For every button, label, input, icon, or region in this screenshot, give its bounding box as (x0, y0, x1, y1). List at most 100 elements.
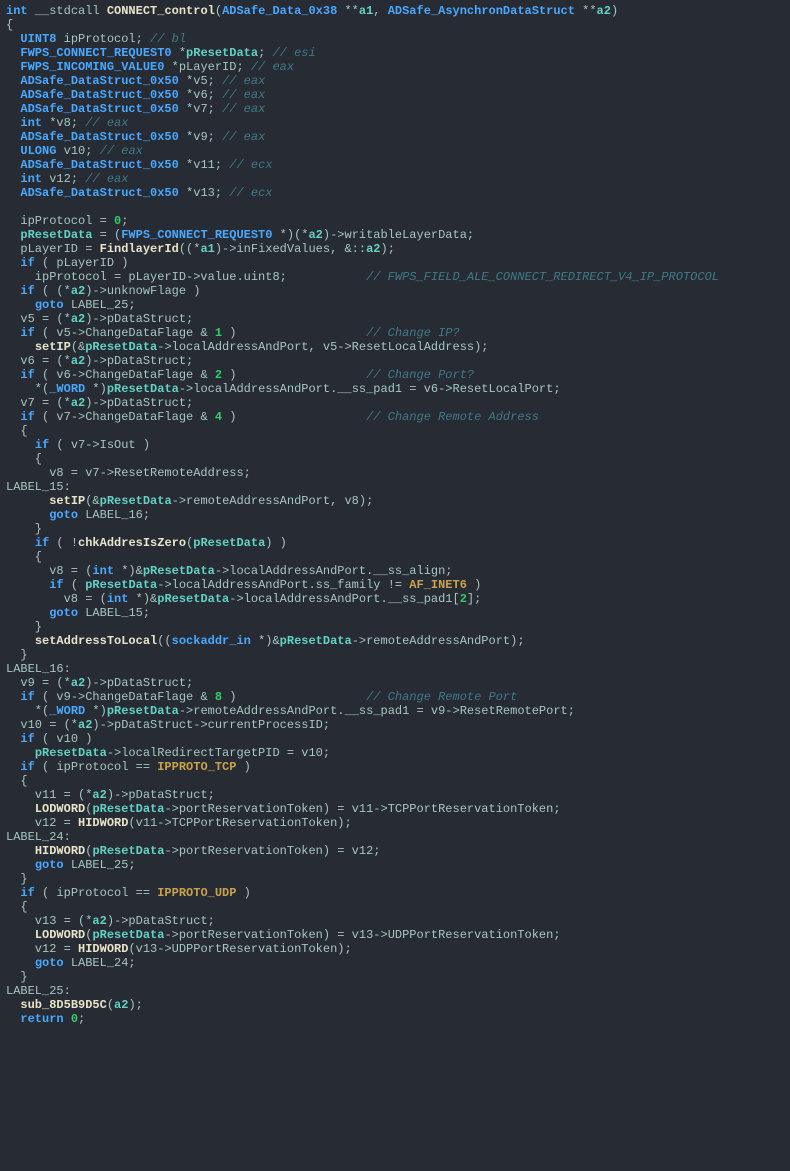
code-token-cmt: // eax (85, 116, 128, 130)
code-token-fn: setIP (49, 494, 85, 508)
code-token-ident (6, 172, 20, 186)
code-token-ident: ->portReservationToken) = v12; (164, 844, 380, 858)
code-line: v9 = (*a2)->pDataStruct; (6, 676, 193, 690)
code-token-ident: *v13; (179, 186, 229, 200)
code-token-ident: *pLayerID; (164, 60, 250, 74)
code-token-ident (6, 88, 20, 102)
code-token-kw: int (6, 4, 28, 18)
code-line: { (6, 18, 13, 32)
code-token-var: pResetData (92, 928, 164, 942)
code-token-cmt: // eax (251, 60, 294, 74)
code-token-ident: *)& (251, 634, 280, 648)
code-line: if ( v7->IsOut ) (6, 438, 150, 452)
code-token-ident (6, 368, 20, 382)
code-line: v13 = (*a2)->pDataStruct; (6, 914, 215, 928)
code-line: v12 = HIDWORD(v11->TCPPortReservationTok… (6, 816, 352, 830)
code-token-ident (6, 886, 20, 900)
code-token-ident (6, 760, 20, 774)
code-token-ident: ipProtocol; (56, 32, 150, 46)
code-token-var: pResetData (143, 564, 215, 578)
code-line: v8 = (int *)&pResetData->localAddressAnd… (6, 564, 453, 578)
code-token-kw: goto (35, 298, 64, 312)
code-token-ident: *v9; (179, 130, 222, 144)
code-token-cmt: // eax (100, 144, 143, 158)
code-token-var: pResetData (20, 228, 92, 242)
code-token-ident (6, 74, 20, 88)
code-line: if ( ipProtocol == IPPROTO_UDP ) (6, 886, 251, 900)
code-token-fn: HIDWORD (35, 844, 85, 858)
code-token-var: pResetData (280, 634, 352, 648)
code-line: goto LABEL_15; (6, 606, 150, 620)
code-token-ident: LABEL_16: (6, 662, 71, 676)
code-token-ident: ( ipProtocol == (35, 886, 157, 900)
code-token-ident: ->localAddressAndPort.__ss_align; (215, 564, 453, 578)
code-token-fn: HIDWORD (78, 816, 128, 830)
code-token-cmt: // ecx (229, 158, 272, 172)
code-token-kw: if (35, 438, 49, 452)
code-token-var: a2 (71, 676, 85, 690)
code-token-type: ADSafe_Data_0x38 (222, 4, 337, 18)
code-line: LABEL_16: (6, 662, 71, 676)
code-token-ident: *v11; (179, 158, 229, 172)
code-token-ident: LABEL_25: (6, 984, 71, 998)
code-line: ADSafe_DataStruct_0x50 *v5; // eax (6, 74, 265, 88)
code-token-cmt: // eax (222, 74, 265, 88)
code-token-ident: *)& (128, 592, 157, 606)
code-token-var: pResetData (186, 46, 258, 60)
code-token-ident: , (373, 4, 387, 18)
code-token-kw: if (49, 578, 63, 592)
code-line: { (6, 550, 42, 564)
code-token-fn: CONNECT_control (107, 4, 215, 18)
code-token-kw: goto (49, 606, 78, 620)
code-line: HIDWORD(pResetData->portReservationToken… (6, 844, 381, 858)
code-token-fn: sub_8D5B9D5C (20, 998, 106, 1012)
code-token-ident: ->portReservationToken) = v13->UDPPortRe… (164, 928, 560, 942)
code-token-ident: v12 = (6, 816, 78, 830)
code-token-ident (6, 144, 20, 158)
code-token-ident: ) (222, 690, 366, 704)
code-token-ident: ->portReservationToken) = v11->TCPPortRe… (164, 802, 560, 816)
code-token-fn: chkAddresIsZero (78, 536, 186, 550)
code-token-ident: ipProtocol = pLayerID->value.uint8; (6, 270, 366, 284)
code-line: ipProtocol = pLayerID->value.uint8; // F… (6, 270, 719, 284)
code-line: int *v8; // eax (6, 116, 128, 130)
decompiled-code-view[interactable]: int __stdcall CONNECT_control(ADSafe_Dat… (0, 0, 790, 1030)
code-line: v11 = (*a2)->pDataStruct; (6, 788, 215, 802)
code-token-type: ADSafe_DataStruct_0x50 (20, 88, 178, 102)
code-token-var: pResetData (193, 536, 265, 550)
code-token-ident (6, 998, 20, 1012)
code-token-var: a2 (71, 354, 85, 368)
code-token-ident: { (6, 18, 13, 32)
code-token-ident: *) (85, 704, 107, 718)
code-token-ident: ) ) (265, 536, 287, 550)
code-line: } (6, 620, 42, 634)
code-token-num: 2 (460, 592, 467, 606)
code-token-num: 4 (215, 410, 222, 424)
code-line: FWPS_INCOMING_VALUE0 *pLayerID; // eax (6, 60, 294, 74)
code-token-ident: } (6, 648, 28, 662)
code-token-ident (6, 32, 20, 46)
code-token-kw: if (20, 256, 34, 270)
code-token-fn: setAddressToLocal (35, 634, 157, 648)
code-token-fn: LODWORD (35, 928, 85, 942)
code-token-ident: ( v10 ) (35, 732, 93, 746)
code-token-ident: ( (64, 578, 86, 592)
code-token-type: ULONG (20, 144, 56, 158)
code-token-ident (6, 732, 20, 746)
code-token-ident: { (6, 900, 28, 914)
code-token-cmt: // FWPS_FIELD_ALE_CONNECT_REDIRECT_V4_IP… (366, 270, 719, 284)
code-token-ident (6, 102, 20, 116)
code-token-ident: )->pDataStruct; (85, 354, 193, 368)
code-token-enum: IPPROTO_TCP (157, 760, 236, 774)
code-token-var: a2 (78, 718, 92, 732)
code-token-ident: ) (467, 578, 481, 592)
code-token-ident (6, 340, 35, 354)
code-token-ident: ( ipProtocol == (35, 760, 157, 774)
code-token-var: a1 (200, 242, 214, 256)
code-token-ident: *v6; (179, 88, 222, 102)
code-line: { (6, 900, 28, 914)
code-token-ident: { (6, 774, 28, 788)
code-token-type: ADSafe_DataStruct_0x50 (20, 130, 178, 144)
code-token-ident (6, 634, 35, 648)
code-line: if ( pLayerID ) (6, 256, 128, 270)
